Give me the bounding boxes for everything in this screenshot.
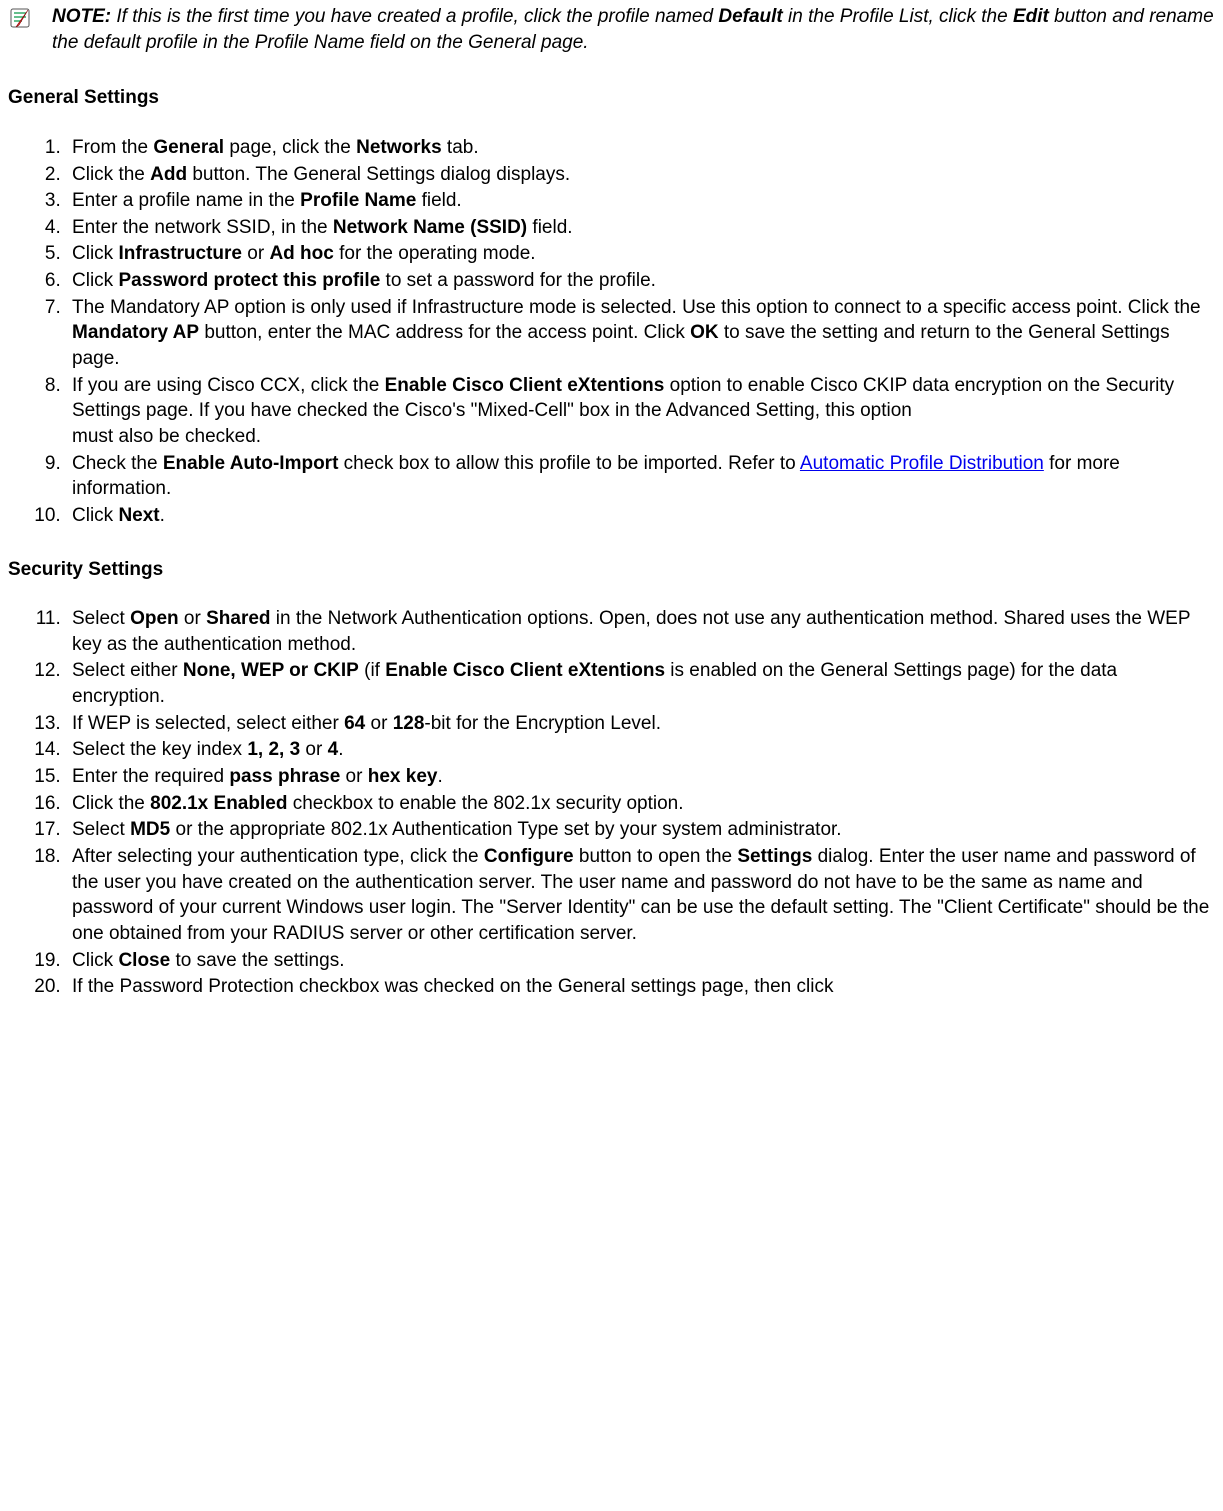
list-item: The Mandatory AP option is only used if … — [66, 295, 1215, 372]
list-item: Click the Add button. The General Settin… — [66, 162, 1215, 188]
list-item: From the General page, click the Network… — [66, 135, 1215, 161]
list-item: Click the 802.1x Enabled checkbox to ena… — [66, 791, 1215, 817]
list-item: After selecting your authentication type… — [66, 844, 1215, 947]
list-item: Enter a profile name in the Profile Name… — [66, 188, 1215, 214]
list-item: If WEP is selected, select either 64 or … — [66, 711, 1215, 737]
list-item: If the Password Protection checkbox was … — [66, 974, 1215, 1000]
list-item: Click Infrastructure or Ad hoc for the o… — [66, 241, 1215, 267]
list-item: Click Next. — [66, 503, 1215, 529]
note-text: NOTE: If this is the first time you have… — [52, 4, 1215, 55]
list-item: Click Password protect this profile to s… — [66, 268, 1215, 294]
list-item: Check the Enable Auto-Import check box t… — [66, 451, 1215, 502]
note-icon — [8, 6, 34, 40]
list-item: Enter the network SSID, in the Network N… — [66, 215, 1215, 241]
list-item: Enter the required pass phrase or hex ke… — [66, 764, 1215, 790]
list-item: If you are using Cisco CCX, click the En… — [66, 373, 1215, 450]
note-block: NOTE: If this is the first time you have… — [8, 4, 1215, 55]
security-settings-list: Select Open or Shared in the Network Aut… — [8, 606, 1215, 1000]
note-label: NOTE: — [52, 6, 111, 27]
list-item: Click Close to save the settings. — [66, 948, 1215, 974]
list-item: Select Open or Shared in the Network Aut… — [66, 606, 1215, 657]
general-settings-list: From the General page, click the Network… — [8, 135, 1215, 529]
heading-security-settings: Security Settings — [8, 557, 1215, 583]
heading-general-settings: General Settings — [8, 85, 1215, 111]
list-item: Select the key index 1, 2, 3 or 4. — [66, 737, 1215, 763]
list-item: Select MD5 or the appropriate 802.1x Aut… — [66, 817, 1215, 843]
list-item: Select either None, WEP or CKIP (if Enab… — [66, 658, 1215, 709]
link-auto-profile-dist[interactable]: Automatic Profile Distribution — [800, 453, 1044, 474]
